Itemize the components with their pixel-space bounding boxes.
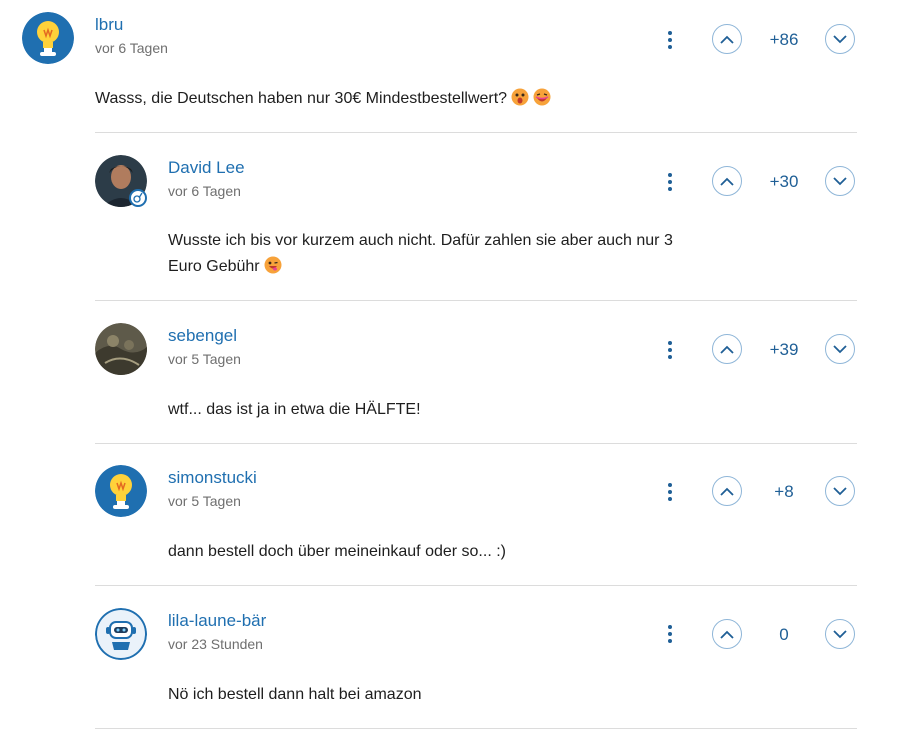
comment-time: vor 6 Tagen	[95, 40, 168, 56]
comment-time: vor 6 Tagen	[168, 183, 241, 199]
upvote-button[interactable]	[712, 334, 742, 364]
vote-score: +86	[769, 30, 799, 49]
comment-time: vor 5 Tagen	[168, 493, 241, 509]
upvote-button[interactable]	[712, 619, 742, 649]
comment-text-content: Wasss, die Deutschen haben nur 30€ Minde…	[95, 90, 508, 107]
downvote-button[interactable]	[825, 619, 855, 649]
laughing-emoji	[533, 88, 551, 106]
more-options-icon[interactable]	[662, 480, 678, 504]
downvote-button[interactable]	[825, 334, 855, 364]
downvote-button[interactable]	[825, 476, 855, 506]
more-options-icon[interactable]	[662, 28, 678, 52]
downvote-button[interactable]	[825, 166, 855, 196]
divider	[95, 300, 857, 301]
robot-avatar[interactable]	[95, 608, 147, 660]
divider	[95, 443, 857, 444]
comment-text: Nö ich bestell dann halt bei amazon	[168, 686, 422, 703]
upvote-button[interactable]	[712, 476, 742, 506]
upvote-button[interactable]	[712, 166, 742, 196]
vote-score: +39	[769, 340, 799, 359]
author-name[interactable]: simonstucki	[168, 468, 257, 488]
grinning-emoji	[264, 256, 282, 274]
comment-time: vor 23 Stunden	[168, 636, 263, 652]
surprised-emoji	[511, 88, 529, 106]
bulb-avatar[interactable]	[95, 465, 147, 517]
author-name[interactable]: lbru	[95, 15, 123, 35]
comment-text-line-2: Euro Gebühr	[168, 258, 260, 275]
verified-badge-icon	[129, 189, 147, 207]
comment-text: wtf... das ist ja in etwa die HÄLFTE!	[168, 401, 421, 418]
divider	[95, 585, 857, 586]
photo-avatar[interactable]	[95, 323, 147, 375]
divider	[95, 728, 857, 729]
comment-text: Wusste ich bis vor kurzem auch nicht. Da…	[168, 228, 673, 280]
more-options-icon[interactable]	[662, 338, 678, 362]
comment-text-line-1: Wusste ich bis vor kurzem auch nicht. Da…	[168, 232, 673, 249]
comment-text: dann bestell doch über meineinkauf oder …	[168, 543, 506, 560]
bulb-avatar[interactable]	[22, 12, 74, 64]
upvote-button[interactable]	[712, 24, 742, 54]
vote-score: +8	[774, 482, 794, 501]
downvote-button[interactable]	[825, 24, 855, 54]
more-options-icon[interactable]	[662, 170, 678, 194]
author-name[interactable]: sebengel	[168, 326, 237, 346]
author-name[interactable]: lila-laune-bär	[168, 611, 266, 631]
author-name[interactable]: David Lee	[168, 158, 245, 178]
vote-score: 0	[779, 625, 789, 644]
vote-score: +30	[769, 172, 799, 191]
divider	[95, 132, 857, 133]
more-options-icon[interactable]	[662, 622, 678, 646]
comment-text: Wasss, die Deutschen haben nur 30€ Minde…	[95, 86, 551, 112]
comment-time: vor 5 Tagen	[168, 351, 241, 367]
